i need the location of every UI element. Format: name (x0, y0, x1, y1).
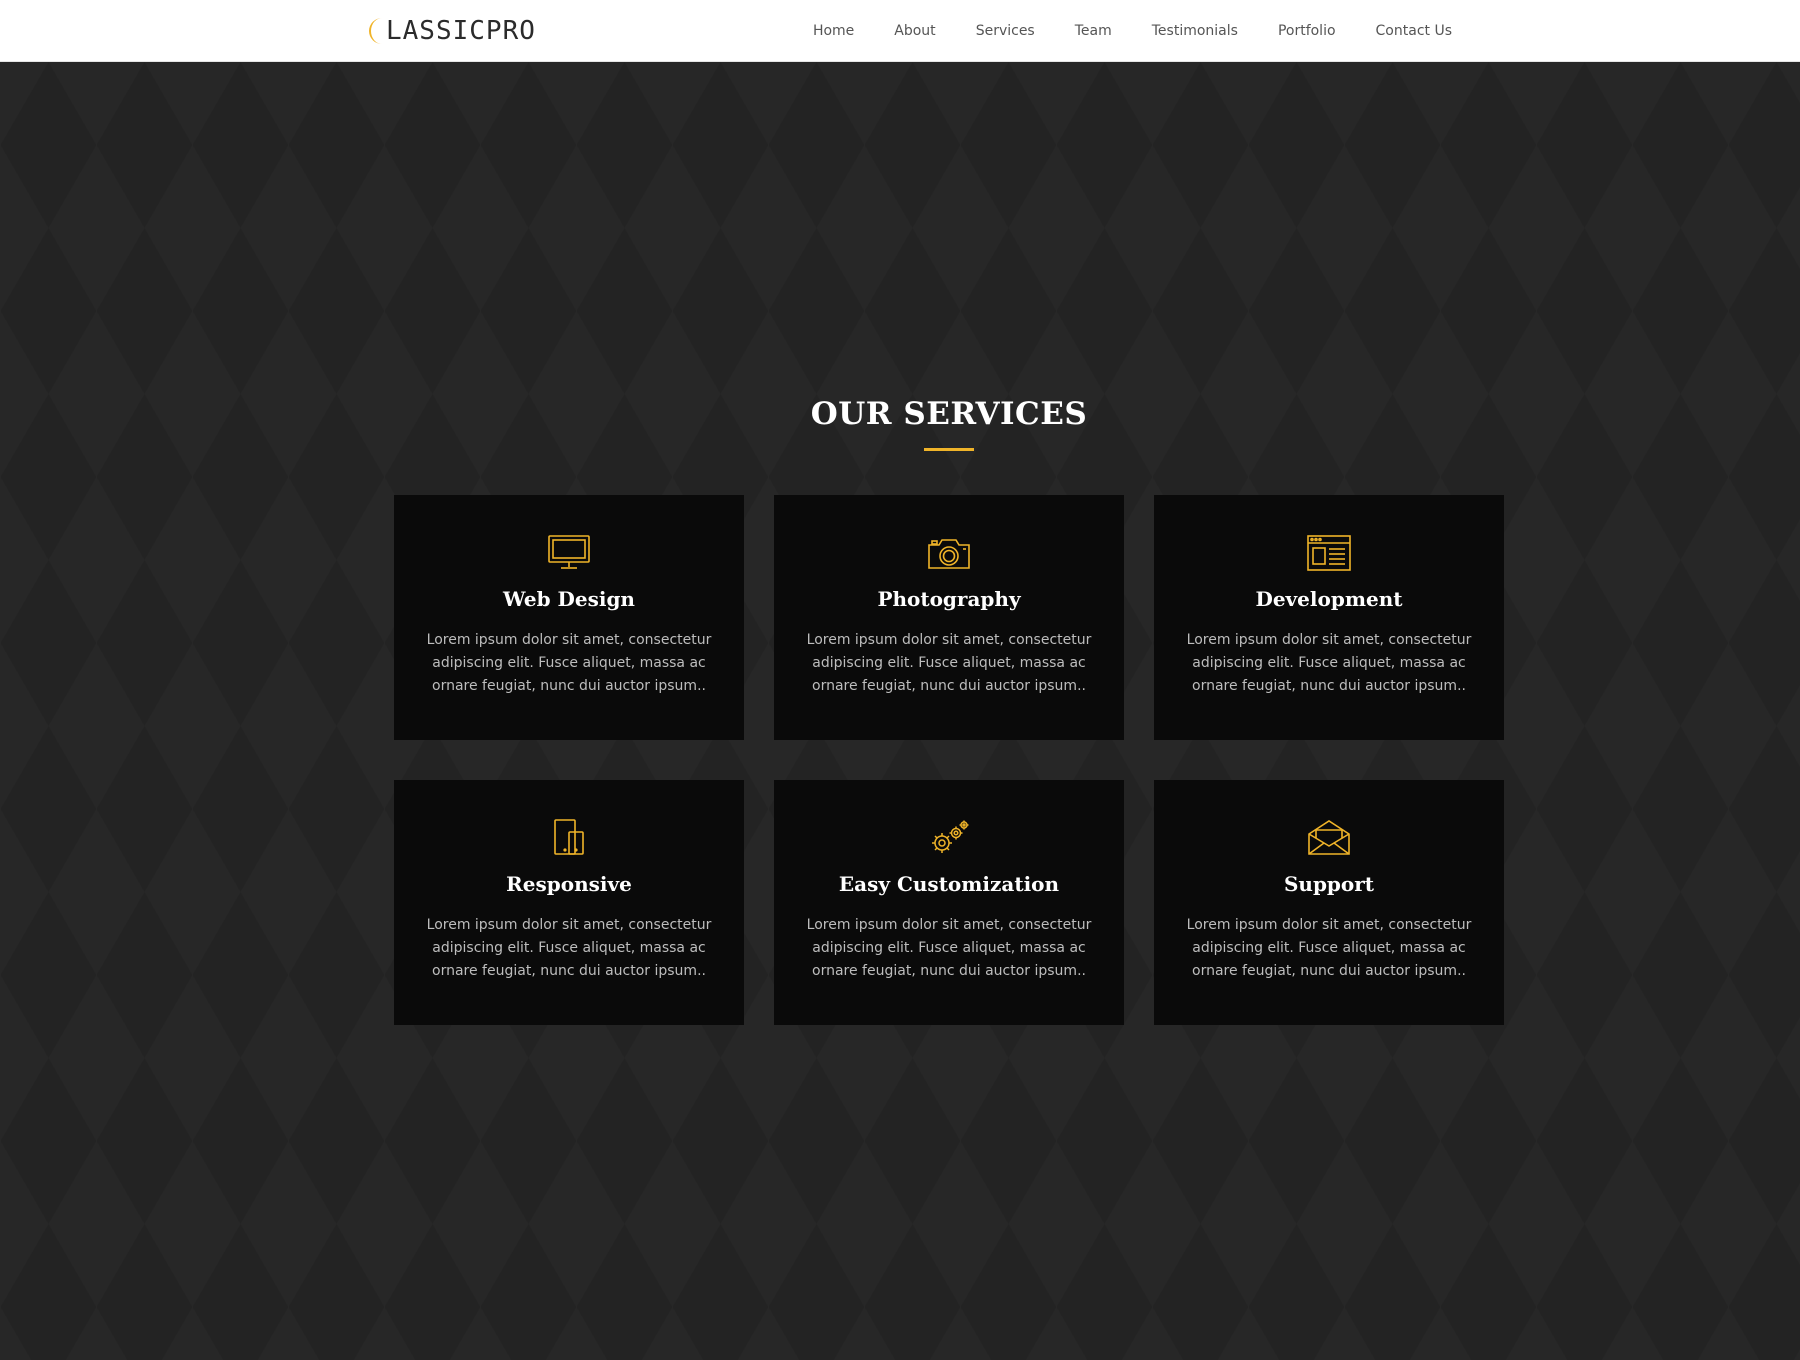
service-title: Support (1283, 872, 1375, 896)
service-card-web-design: Web Design Lorem ipsum dolor sit amet, c… (394, 495, 744, 740)
service-title: Web Design (503, 587, 635, 611)
logo[interactable]: LASSICPRO (364, 14, 536, 48)
service-card-responsive: Responsive Lorem ipsum dolor sit amet, c… (394, 780, 744, 1025)
service-description: Lorem ipsum dolor sit amet, consectetur … (806, 632, 1092, 694)
service-title: Photography (877, 587, 1021, 611)
gears-icon (932, 820, 969, 853)
section-title: OUR SERVICES (810, 396, 1088, 432)
nav-item-services[interactable]: Services (956, 23, 1055, 39)
service-title: Responsive (506, 872, 632, 896)
service-card-support: Support Lorem ipsum dolor sit amet, cons… (1154, 780, 1504, 1025)
service-description: Lorem ipsum dolor sit amet, consectetur … (1186, 917, 1472, 979)
nav-item-contact-us[interactable]: Contact Us (1356, 23, 1452, 39)
nav-item-about[interactable]: About (874, 23, 955, 39)
main-nav: Home About Services Team Testimonials Po… (793, 0, 1452, 62)
browser-window-icon (1307, 535, 1351, 571)
service-title: Development (1255, 587, 1403, 611)
service-card-easy-customization: Easy Customization Lorem ipsum dolor sit… (774, 780, 1124, 1025)
service-card-development: Development Lorem ipsum dolor sit amet, … (1154, 495, 1504, 740)
service-title: Easy Customization (838, 872, 1060, 896)
monitor-icon (548, 535, 590, 569)
services-grid: Web Design Lorem ipsum dolor sit amet, c… (394, 495, 1504, 1025)
navbar: LASSICPRO Home About Services Team Testi… (0, 0, 1800, 62)
nav-item-team[interactable]: Team (1055, 23, 1132, 39)
title-underline (924, 448, 974, 451)
service-card-photography: Photography Lorem ipsum dolor sit amet, … (774, 495, 1124, 740)
service-description: Lorem ipsum dolor sit amet, consectetur … (1186, 632, 1472, 694)
logo-text: LASSICPRO (386, 16, 536, 46)
nav-item-testimonials[interactable]: Testimonials (1132, 23, 1258, 39)
service-description: Lorem ipsum dolor sit amet, consectetur … (806, 917, 1092, 979)
service-description: Lorem ipsum dolor sit amet, consectetur … (426, 632, 712, 694)
devices-icon (554, 819, 584, 855)
camera-icon (928, 539, 970, 569)
nav-item-home[interactable]: Home (793, 23, 874, 39)
envelope-icon (1308, 820, 1350, 855)
service-description: Lorem ipsum dolor sit amet, consectetur … (426, 917, 712, 979)
nav-item-portfolio[interactable]: Portfolio (1258, 23, 1356, 39)
